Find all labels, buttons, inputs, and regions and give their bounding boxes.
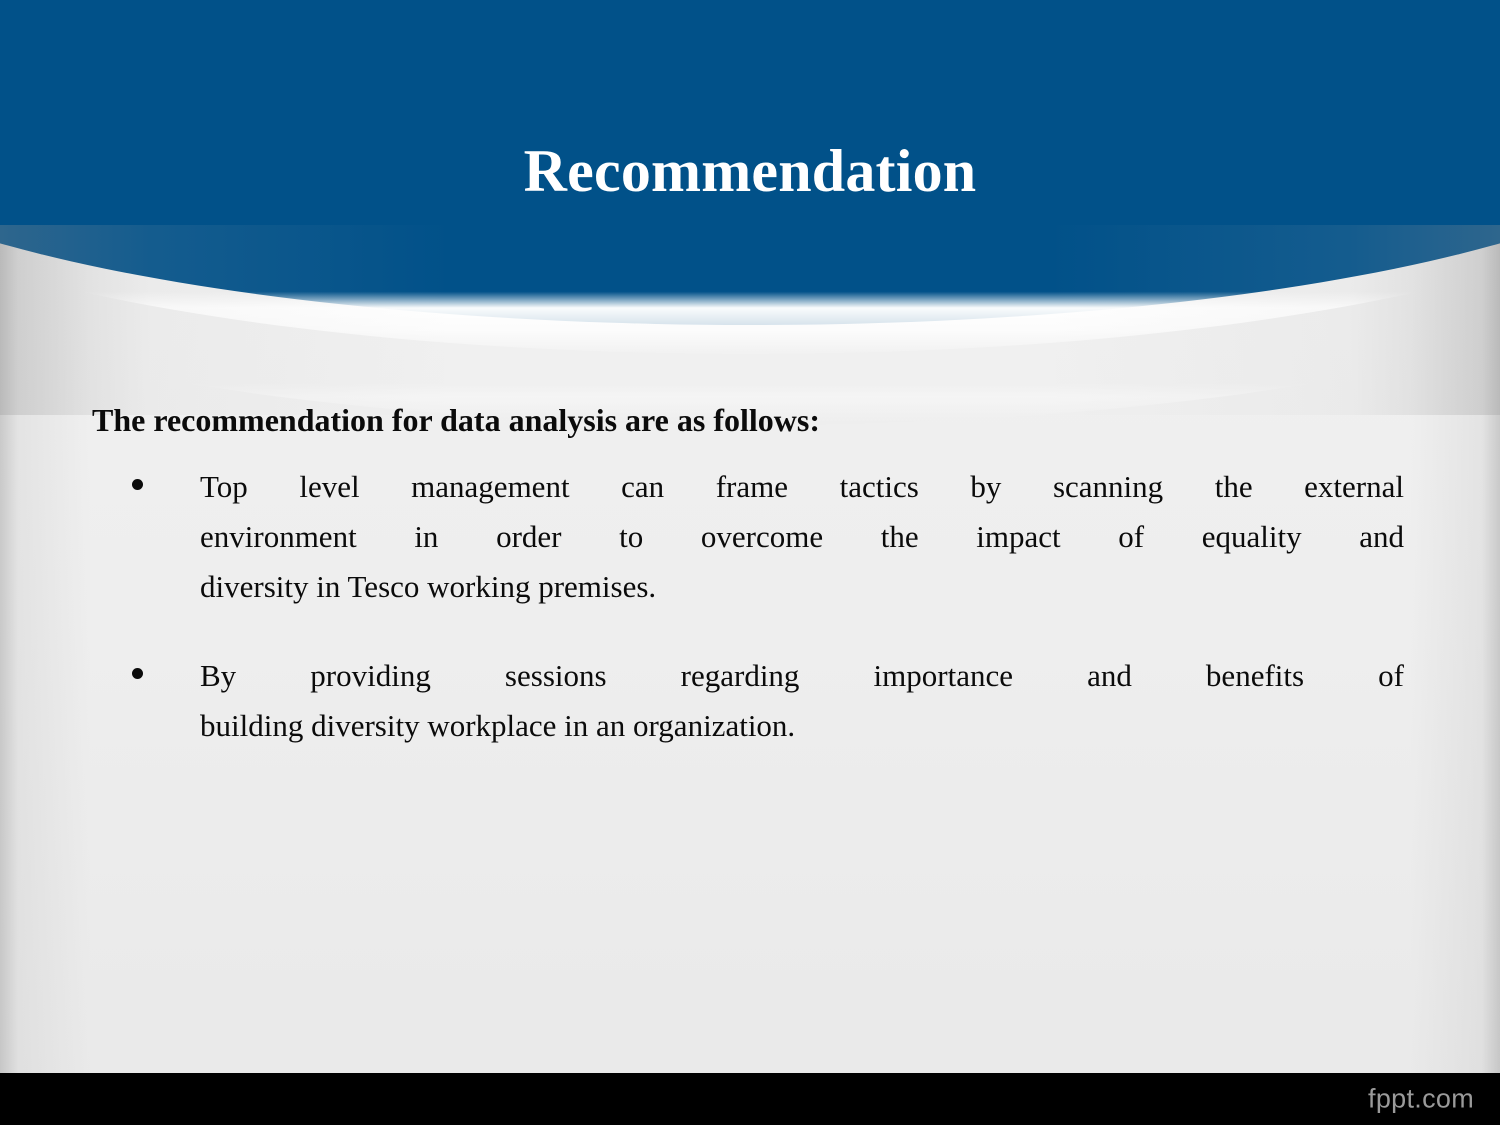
slide-title: Recommendation	[523, 138, 977, 205]
bullet-list-item: Top level management can frame tactics b…	[132, 462, 1404, 613]
bullet-list-item: By providing sessions regarding importan…	[132, 651, 1404, 751]
bullet-line: Top level management can frame tactics b…	[200, 469, 1404, 504]
bullet-line: diversity in Tesco working premises.	[200, 569, 657, 605]
footer-bar: fppt.com	[0, 1073, 1500, 1125]
bullet-line: building diversity workplace in an organ…	[200, 707, 796, 743]
bullet-list: Top level management can frame tactics b…	[0, 462, 1500, 751]
lead-paragraph: The recommendation for data analysis are…	[92, 402, 820, 438]
bullet-dot-icon	[132, 479, 143, 490]
slide-content: The recommendation for data analysis are…	[0, 400, 1500, 751]
bullet-line: environment in order to overcome the imp…	[200, 519, 1404, 555]
presentation-slide: Recommendation The recommendation for da…	[0, 0, 1500, 1125]
bullet-line: By providing sessions regarding importan…	[200, 657, 1404, 693]
bullet-dot-icon	[132, 667, 143, 679]
fppt-watermark: fppt.com	[1368, 1083, 1474, 1114]
